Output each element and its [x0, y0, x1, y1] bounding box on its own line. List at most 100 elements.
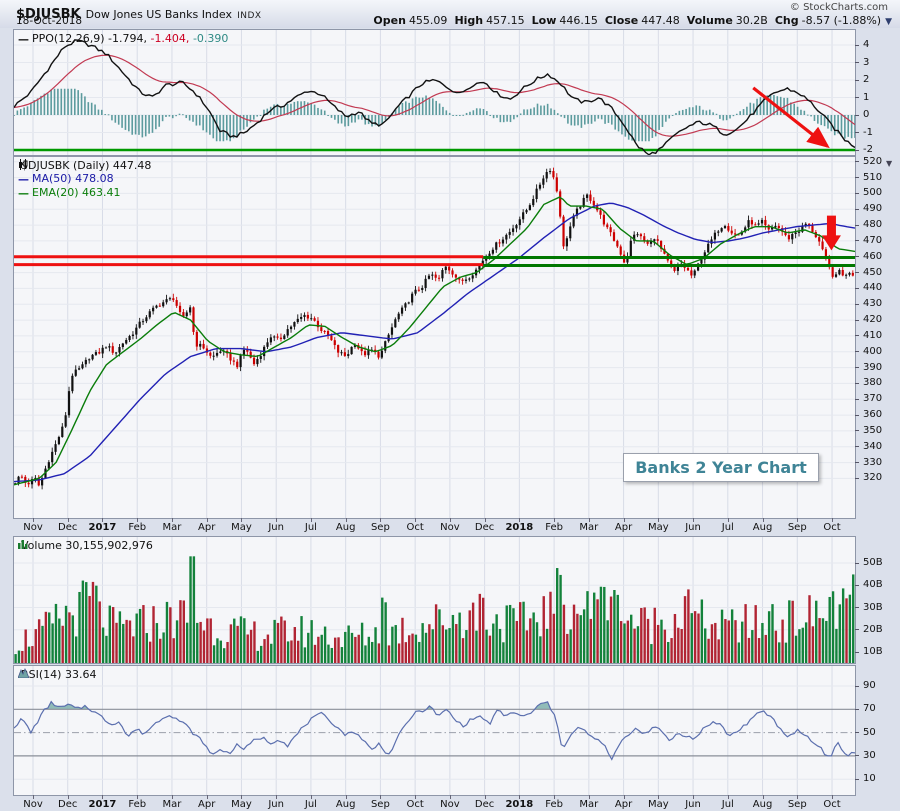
y-tick-label: 510: [863, 171, 883, 183]
month-label: Feb: [128, 799, 147, 810]
month-label: Nov: [440, 522, 460, 533]
y-tick-label: 3: [863, 56, 870, 68]
ppo-value-main: -1.794,: [108, 32, 147, 45]
y-tick-label: 360: [863, 409, 883, 421]
y-axis-tick: [855, 177, 859, 179]
y-tick-label: 400: [863, 345, 883, 357]
y-axis-tick: [855, 584, 859, 586]
quote-value: 447.48: [641, 14, 680, 27]
month-label: 2018: [505, 522, 534, 533]
y-axis-tick: [855, 755, 859, 757]
month-label: Sep: [370, 522, 390, 533]
month-label: Feb: [545, 799, 563, 810]
y-axis-tick: [855, 287, 859, 289]
y-axis-tick: [855, 335, 859, 337]
month-label: Feb: [545, 522, 563, 533]
month-label: Mar: [579, 522, 599, 533]
y-tick-label: 90: [863, 680, 876, 691]
y-tick-label: 1: [863, 91, 870, 103]
quote-value: 30.2B: [735, 14, 768, 27]
price-y-axis: 520 510 500 490 480 470 460 450 440 430 420 410 400 3…: [855, 156, 900, 518]
ppo-y-axis: 4 3 2 1 0 -1 -2: [855, 30, 900, 155]
month-label: Jul: [721, 799, 734, 810]
y-tick-label: 70: [863, 703, 876, 715]
rsi-overbought-fill: [14, 701, 855, 710]
quote-label: Volume: [686, 14, 733, 27]
y-tick-label: 350: [863, 424, 883, 436]
y-tick-label: 390: [863, 361, 883, 373]
month-label: Jul: [304, 799, 317, 810]
month-label: Aug: [752, 799, 773, 810]
y-axis-tick: [855, 367, 859, 369]
stockcharts-chart: $DJUSBK Dow Jones US Banks Index INDX 18…: [0, 0, 900, 811]
y-tick-label: 40B: [863, 579, 883, 591]
y-axis-tick: [855, 685, 859, 687]
ma50-value: 478.08: [75, 172, 114, 185]
quote-dropdown-icon[interactable]: ▼: [885, 17, 892, 27]
y-tick-label: 440: [863, 282, 883, 294]
y-axis-tick: [855, 62, 859, 63]
y-axis-tick: [855, 629, 859, 631]
month-label: 2018: [505, 799, 534, 810]
x-axis-lower: Nov Dec 2017 Feb Mar Apr May Jun Jul Aug Sep Oct Nov…: [0, 795, 900, 811]
y-axis-tick: [855, 414, 859, 416]
ppo-legend: — PPO(12,26,9) -1.794, -1.404, -0.390: [18, 32, 228, 46]
y-tick-label: 30B: [863, 601, 883, 613]
month-label: Feb: [128, 522, 147, 533]
month-label: Apr: [198, 522, 216, 533]
collapse-legend-icon[interactable]: ▼: [886, 159, 892, 168]
y-tick-label: 500: [863, 187, 883, 199]
y-axis-tick: [855, 44, 859, 46]
y-tick-label: 420: [863, 314, 883, 326]
month-label: Apr: [614, 799, 633, 810]
y-tick-label: 10B: [863, 646, 883, 657]
volume-legend: Volume 30,155,902,976: [18, 539, 153, 552]
volume-y-axis: 50B 40B 30B 20B 10B: [855, 537, 900, 663]
y-tick-label: 380: [863, 377, 883, 389]
y-tick-label: 480: [863, 219, 883, 231]
y-axis-tick: [855, 462, 859, 464]
y-tick-label: 50B: [863, 557, 883, 568]
y-axis-tick: [855, 272, 859, 274]
ppo-value-signal: -1.404,: [150, 32, 190, 45]
y-tick-label: 10: [863, 773, 876, 785]
ma50-line-icon: —: [18, 173, 29, 186]
month-label: Oct: [406, 522, 424, 533]
month-label: Apr: [614, 522, 633, 533]
ma50-label: MA(50): [32, 172, 72, 185]
y-axis-tick: [855, 79, 859, 81]
month-label: Nov: [23, 799, 43, 810]
gridlines: [14, 30, 855, 155]
price-title: $DJUSBK (Daily): [21, 159, 110, 172]
month-label: Jul: [304, 522, 317, 533]
y-axis-tick: [855, 732, 859, 734]
month-label: Sep: [787, 799, 807, 810]
y-axis-tick: [855, 240, 859, 242]
rsi-value: 33.64: [64, 668, 97, 681]
month-label: Aug: [335, 799, 356, 810]
rsi-line: [14, 700, 855, 761]
month-label: Oct: [823, 522, 841, 533]
y-tick-label: -2: [863, 144, 873, 155]
ppo-plot: [14, 30, 855, 155]
y-axis-tick: [855, 382, 859, 384]
month-label: 2017: [88, 522, 117, 533]
month-label: Mar: [579, 799, 599, 810]
quote-label: Close: [604, 14, 639, 27]
ppo-value-hist: -0.390: [192, 32, 229, 45]
month-label: Mar: [162, 522, 182, 533]
y-tick-label: 330: [863, 456, 883, 468]
y-axis-tick: [855, 319, 859, 321]
y-axis-tick: [855, 708, 859, 710]
month-label: Dec: [58, 522, 78, 533]
y-axis-tick: [855, 446, 859, 448]
y-tick-label: 2: [863, 74, 870, 85]
rsi-plot: [14, 666, 855, 795]
y-axis-tick: [855, 303, 859, 305]
price-down-arrow: [821, 215, 841, 251]
y-tick-label: 490: [863, 203, 883, 215]
y-axis-tick: [855, 778, 859, 780]
price-legend: $DJUSBK (Daily) 447.48 — MA(50) 478.08 — E…: [18, 159, 151, 200]
month-label: Mar: [162, 799, 182, 810]
ppo-down-arrow: [752, 86, 830, 149]
